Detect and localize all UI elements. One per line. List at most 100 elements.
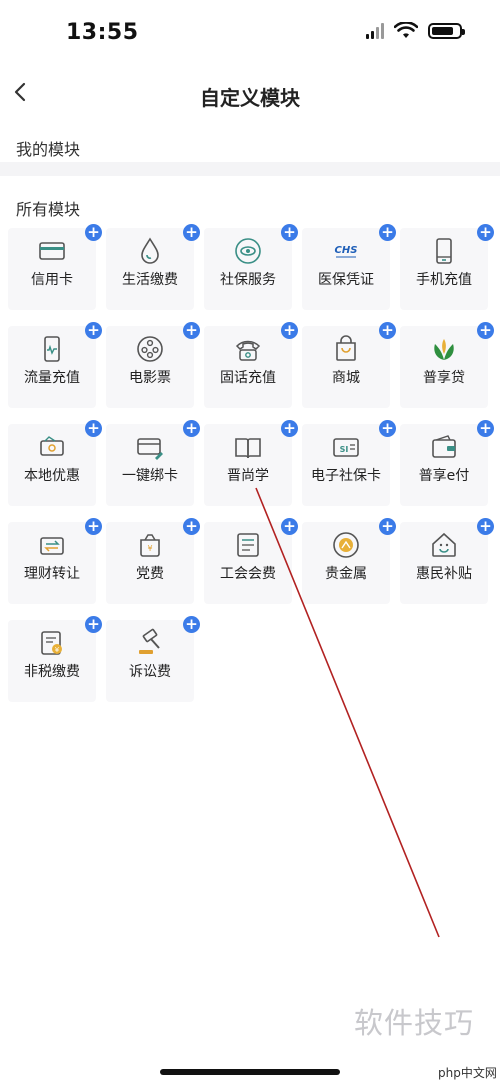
module-tile[interactable]: 固话充值 + [204, 322, 298, 408]
gold-coin-icon [333, 532, 359, 558]
module-tile[interactable]: SI 电子社保卡 + [302, 420, 396, 506]
module-tile[interactable]: 流量充值 + [8, 322, 102, 408]
module-tile[interactable]: 普享e付 + [400, 420, 494, 506]
module-tile[interactable]: 电影票 + [106, 322, 200, 408]
module-label: 医保凭证 [318, 272, 374, 288]
union-card-icon [237, 533, 259, 557]
tax-form-icon: ¥ [41, 631, 62, 655]
add-module-button[interactable]: + [183, 420, 200, 437]
add-module-button[interactable]: + [379, 420, 396, 437]
wallet-icon [432, 435, 456, 458]
add-module-button[interactable]: + [477, 322, 494, 339]
module-label: 本地优惠 [24, 468, 80, 484]
add-module-button[interactable]: + [281, 420, 298, 437]
module-tile[interactable]: ¥ 党费 + [106, 518, 200, 604]
status-icons [366, 22, 465, 40]
module-label: 流量充值 [24, 370, 80, 386]
module-tile[interactable]: 普享贷 + [400, 322, 494, 408]
add-module-button[interactable]: + [183, 616, 200, 633]
my-modules-title: 我的模块 [16, 140, 81, 159]
module-label: 普享贷 [423, 370, 465, 386]
module-tile[interactable]: 商城 + [302, 322, 396, 408]
module-label: 工会会费 [220, 566, 276, 582]
film-reel-icon [137, 336, 163, 362]
transfer-icon [40, 537, 64, 555]
module-tile[interactable]: 工会会费 + [204, 518, 298, 604]
module-tile[interactable]: 本地优惠 + [8, 420, 102, 506]
svg-text:CHS: CHS [335, 245, 358, 256]
module-tile[interactable]: 手机充值 + [400, 224, 494, 310]
module-label: 理财转让 [24, 566, 80, 582]
page-title: 自定义模块 [200, 86, 300, 110]
add-module-button[interactable]: + [477, 224, 494, 241]
module-label: 贵金属 [325, 566, 367, 582]
module-label: 固话充值 [220, 370, 276, 386]
svg-text:¥: ¥ [147, 544, 152, 553]
module-label: 电影票 [129, 370, 171, 386]
home-indicator[interactable] [160, 1069, 340, 1075]
open-book-icon [235, 438, 261, 459]
module-label: 商城 [332, 370, 360, 386]
telephone-icon [235, 340, 261, 361]
module-tile[interactable]: 生活缴费 + [106, 224, 200, 310]
add-module-button[interactable]: + [183, 322, 200, 339]
add-module-button[interactable]: + [379, 224, 396, 241]
module-label: 晋尚学 [227, 468, 269, 484]
add-module-button[interactable]: + [85, 420, 102, 437]
module-tile[interactable]: 社保服务 + [204, 224, 298, 310]
module-tile[interactable]: 诉讼费 + [106, 616, 200, 702]
add-module-button[interactable]: + [281, 224, 298, 241]
watermark-text: 软件技巧 [354, 1006, 475, 1040]
watermark-site: php中文网 [438, 1066, 497, 1080]
status-time: 13:55 [66, 20, 139, 45]
sprout-icon [434, 339, 454, 360]
module-label: 社保服务 [220, 272, 276, 288]
add-module-button[interactable]: + [85, 322, 102, 339]
add-module-button[interactable]: + [85, 224, 102, 241]
party-fee-icon: ¥ [140, 534, 160, 557]
nav-bar: 自定义模块 [0, 66, 500, 124]
module-tile[interactable]: 惠民补贴 + [400, 518, 494, 604]
eye-circle-icon [235, 238, 261, 264]
add-module-button[interactable]: + [477, 420, 494, 437]
module-tile[interactable]: 晋尚学 + [204, 420, 298, 506]
add-module-button[interactable]: + [183, 518, 200, 535]
add-module-button[interactable]: + [281, 322, 298, 339]
module-tile[interactable]: 信用卡 + [8, 224, 102, 310]
bind-card-icon [137, 438, 163, 460]
module-label: 生活缴费 [122, 272, 178, 288]
credit-card-icon [39, 242, 65, 260]
module-tile[interactable]: 理财转让 + [8, 518, 102, 604]
battery-icon [428, 23, 465, 39]
add-module-button[interactable]: + [85, 518, 102, 535]
chs-logo-icon: CHS [335, 245, 358, 258]
social-security-card-icon: SI [333, 438, 359, 457]
mobile-phone-icon [436, 238, 452, 264]
module-label: 一键绑卡 [122, 468, 178, 484]
data-phone-icon [44, 336, 60, 362]
module-label: 信用卡 [31, 272, 73, 288]
add-module-button[interactable]: + [379, 322, 396, 339]
module-label: 手机充值 [416, 272, 472, 288]
status-bar: 13:55 [0, 0, 500, 62]
add-module-button[interactable]: + [85, 616, 102, 633]
water-drop-icon [141, 237, 159, 264]
module-label: 普享e付 [418, 468, 470, 484]
gavel-icon [139, 628, 160, 654]
add-module-button[interactable]: + [183, 224, 200, 241]
coupon-icon [40, 436, 64, 456]
shopping-bag-icon [336, 335, 356, 361]
module-label: 诉讼费 [129, 664, 171, 680]
add-module-button[interactable]: + [379, 518, 396, 535]
add-module-button[interactable]: + [477, 518, 494, 535]
module-tile[interactable]: 一键绑卡 + [106, 420, 200, 506]
module-tile[interactable]: 贵金属 + [302, 518, 396, 604]
module-label: 惠民补贴 [416, 566, 472, 582]
svg-text:SI: SI [340, 445, 349, 454]
cellular-signal-icon [366, 23, 384, 39]
module-tile[interactable]: CHS 医保凭证 + [302, 224, 396, 310]
module-tile[interactable]: ¥ 非税缴费 + [8, 616, 102, 702]
module-label: 非税缴费 [24, 664, 80, 680]
module-label: 党费 [136, 566, 164, 582]
add-module-button[interactable]: + [281, 518, 298, 535]
